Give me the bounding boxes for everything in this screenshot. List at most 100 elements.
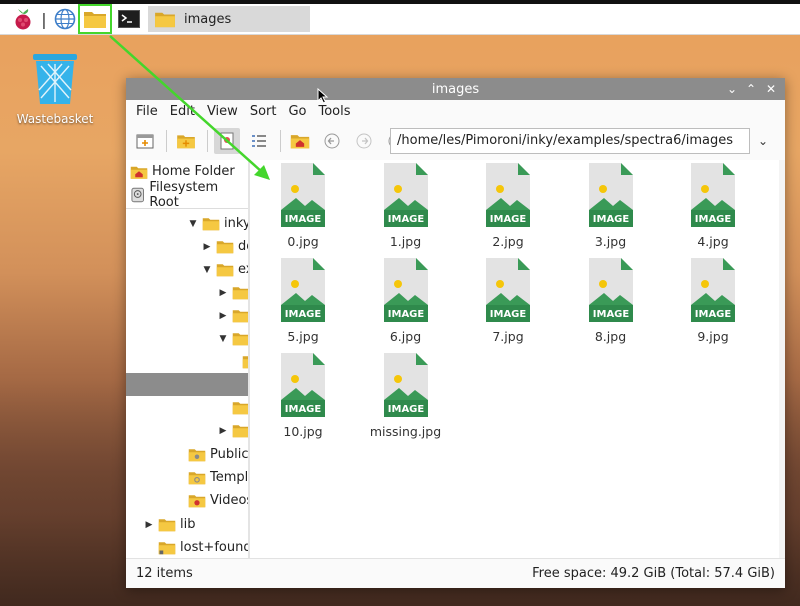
tree-label: lib bbox=[180, 517, 196, 532]
path-bar[interactable]: /home/les/Pimoroni/inky/examples/spectra… bbox=[390, 128, 750, 154]
tree-node-lib[interactable]: ▶ lib bbox=[144, 513, 196, 536]
wastebasket[interactable]: Wastebasket bbox=[16, 52, 94, 126]
taskbar: | images bbox=[0, 4, 800, 35]
tree-label: lost+found bbox=[180, 540, 250, 555]
image-file-icon: IMAGE bbox=[588, 163, 633, 227]
file-type-badge: IMAGE bbox=[695, 214, 732, 225]
tree-selected-row[interactable] bbox=[126, 373, 248, 396]
sidebar-filesystem-root[interactable]: Filesystem Root bbox=[126, 180, 248, 210]
file-name: 9.jpg bbox=[697, 329, 729, 344]
expanded-arrow-icon: ▼ bbox=[203, 264, 211, 275]
path-dropdown-icon[interactable]: ⌄ bbox=[754, 132, 772, 150]
tree-node[interactable] bbox=[232, 396, 248, 419]
home-icon bbox=[290, 135, 310, 149]
file-item[interactable]: IMAGE 3.jpg bbox=[566, 162, 656, 249]
file-name: 2.jpg bbox=[492, 234, 524, 249]
folder-icon bbox=[202, 218, 220, 231]
item-count: 12 items bbox=[136, 566, 193, 581]
file-item[interactable]: IMAGE missing.jpg bbox=[361, 352, 451, 439]
tree-node[interactable]: ▶ bbox=[218, 419, 248, 442]
image-file-icon: IMAGE bbox=[281, 258, 325, 322]
back-arrow-icon bbox=[324, 133, 340, 149]
tree-label: ex bbox=[238, 262, 248, 277]
wastebasket-icon bbox=[33, 54, 77, 104]
taskbar-separator: | bbox=[41, 9, 47, 29]
tree-node-docs[interactable]: ▶ do bbox=[202, 235, 248, 258]
new-folder-button[interactable] bbox=[173, 128, 199, 154]
tree-node-examples[interactable]: ▼ ex bbox=[202, 258, 248, 281]
tree-node[interactable]: ▶ bbox=[218, 281, 248, 304]
file-name: 8.jpg bbox=[594, 329, 627, 344]
folder-icon bbox=[158, 519, 176, 532]
file-manager-icon[interactable] bbox=[78, 4, 112, 34]
statusbar: 12 items Free space: 49.2 GiB (Total: 57… bbox=[126, 558, 785, 588]
tree-node-templates[interactable]: Templa bbox=[188, 466, 248, 489]
image-file-icon: IMAGE bbox=[588, 258, 633, 322]
window-titlebar[interactable]: images ⌄ ⌃ ✕ bbox=[126, 78, 785, 100]
file-item[interactable]: IMAGE 10.jpg bbox=[258, 352, 348, 439]
window-title: images bbox=[431, 81, 480, 97]
minimize-button[interactable]: ⌄ bbox=[723, 81, 741, 97]
forward-button[interactable] bbox=[351, 128, 377, 154]
expanded-arrow-icon: ▼ bbox=[189, 218, 197, 229]
file-type-badge: IMAGE bbox=[592, 214, 629, 225]
new-tab-button[interactable] bbox=[132, 128, 158, 154]
toolbar-separator bbox=[166, 130, 167, 152]
list-view-button[interactable] bbox=[246, 128, 272, 154]
file-item[interactable]: IMAGE 1.jpg bbox=[361, 162, 451, 249]
image-file-icon: IMAGE bbox=[383, 353, 428, 417]
locked-folder-icon bbox=[158, 542, 176, 555]
menu-edit[interactable]: Edit bbox=[164, 104, 201, 119]
tree-label: do bbox=[238, 239, 248, 254]
tree-node[interactable]: ▶ bbox=[218, 304, 248, 327]
tree-node[interactable] bbox=[242, 350, 248, 373]
folder-icon bbox=[216, 264, 234, 277]
back-button[interactable] bbox=[319, 128, 345, 154]
toolbar-separator bbox=[280, 130, 281, 152]
menu-tools[interactable]: Tools bbox=[313, 104, 357, 119]
file-item[interactable]: IMAGE 5.jpg bbox=[258, 257, 348, 344]
web-browser-icon[interactable] bbox=[52, 7, 78, 31]
file-item[interactable]: IMAGE 4.jpg bbox=[668, 162, 758, 249]
image-file-icon: IMAGE bbox=[486, 258, 530, 322]
taskbar-window-button[interactable]: images bbox=[148, 6, 310, 32]
menu-view[interactable]: View bbox=[201, 104, 244, 119]
file-item[interactable]: IMAGE 7.jpg bbox=[463, 257, 553, 344]
tree-node-public[interactable]: Public bbox=[188, 443, 248, 466]
folder-icon bbox=[216, 241, 234, 254]
file-name: 6.jpg bbox=[389, 329, 422, 344]
file-item[interactable]: IMAGE 9.jpg bbox=[668, 257, 758, 344]
raspberry-menu-icon[interactable] bbox=[10, 7, 36, 31]
sidebar-home-label: Home Folder bbox=[152, 164, 235, 179]
tree-node[interactable]: ▼ bbox=[218, 327, 248, 350]
file-name: 5.jpg bbox=[287, 329, 319, 344]
menu-sort[interactable]: Sort bbox=[244, 104, 283, 119]
image-file-icon: IMAGE bbox=[383, 258, 428, 322]
menu-file[interactable]: File bbox=[130, 104, 164, 119]
sidebar: Home Folder Filesystem Root ▼ inky ▶ do … bbox=[126, 160, 250, 558]
file-type-badge: IMAGE bbox=[387, 309, 424, 320]
maximize-button[interactable]: ⌃ bbox=[742, 81, 760, 97]
free-space: Free space: 49.2 GiB (Total: 57.4 GiB) bbox=[532, 566, 775, 581]
icon-view-button[interactable] bbox=[214, 128, 240, 154]
home-button[interactable] bbox=[287, 128, 313, 154]
tree-node-lost-found[interactable]: lost+found bbox=[158, 536, 250, 558]
home-icon bbox=[130, 166, 148, 179]
image-file-icon: IMAGE bbox=[691, 163, 735, 227]
wastebasket-label: Wastebasket bbox=[16, 112, 94, 126]
file-name: 7.jpg bbox=[492, 329, 524, 344]
file-item[interactable]: IMAGE 2.jpg bbox=[463, 162, 553, 249]
file-item[interactable]: IMAGE 0.jpg bbox=[258, 162, 348, 249]
file-item[interactable]: IMAGE 8.jpg bbox=[566, 257, 656, 344]
file-type-badge: IMAGE bbox=[490, 309, 527, 320]
tree-node-inky[interactable]: ▼ inky bbox=[188, 212, 248, 235]
menu-go[interactable]: Go bbox=[282, 104, 312, 119]
scrollbar[interactable] bbox=[779, 160, 785, 558]
tree-node-videos[interactable]: Videos bbox=[188, 489, 248, 512]
file-item[interactable]: IMAGE 6.jpg bbox=[361, 257, 451, 344]
close-button[interactable]: ✕ bbox=[762, 81, 780, 97]
terminal-icon[interactable] bbox=[116, 7, 142, 31]
file-view: IMAGE 0.jpg IMAGE 1.jpg IMAGE 2.jpg IMAGE 3.jpg… bbox=[250, 160, 785, 558]
list-view-icon bbox=[252, 135, 266, 147]
image-file-icon: IMAGE bbox=[486, 163, 530, 227]
